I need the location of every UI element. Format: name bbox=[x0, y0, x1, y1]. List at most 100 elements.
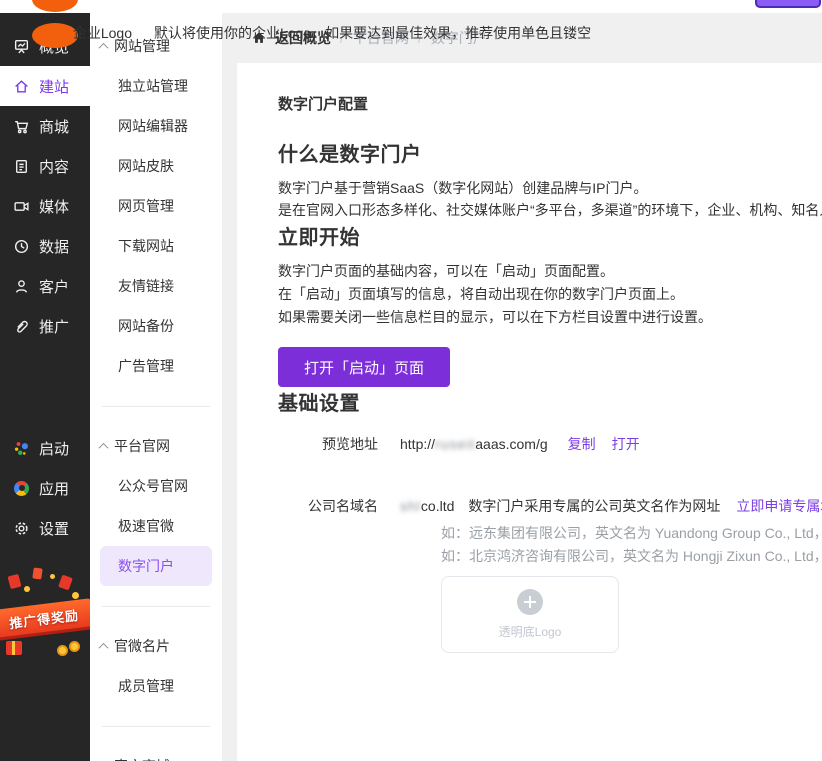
sidebar-item-label: 内容 bbox=[39, 156, 69, 177]
url-prefix: http:// bbox=[400, 434, 435, 454]
submenu-group-official-mall[interactable]: 官方商城 bbox=[90, 746, 222, 761]
submenu-item-digital-portal[interactable]: 数字门户 bbox=[100, 546, 212, 586]
submenu-item[interactable]: 独立站管理 bbox=[90, 66, 222, 106]
mall-icon bbox=[13, 118, 30, 135]
coin-icon bbox=[57, 645, 68, 656]
build-site-icon bbox=[13, 78, 30, 95]
sidebar-item-label: 客户 bbox=[39, 276, 69, 297]
sidebar-item-customer[interactable]: 客户 bbox=[0, 266, 90, 306]
submenu-item[interactable]: 网站皮肤 bbox=[90, 146, 222, 186]
coin-icon bbox=[69, 641, 80, 652]
upload-placeholder-text: 透明底Logo bbox=[499, 623, 562, 640]
sidebar-item-promotion[interactable]: 推广 bbox=[0, 306, 90, 346]
secondary-sidebar: 网站管理 独立站管理 网站编辑器 网站皮肤 网页管理 下载网站 友情链接 网站备… bbox=[90, 13, 222, 761]
sidebar-item-launch[interactable]: 启动 bbox=[0, 428, 90, 468]
content-icon bbox=[13, 158, 30, 175]
submenu-group-platform-site[interactable]: 平台官网 bbox=[90, 426, 222, 466]
red-packet-icon bbox=[32, 567, 42, 579]
overview-icon bbox=[13, 38, 30, 55]
section-title-what-is: 什么是数字门户 bbox=[278, 138, 822, 167]
url-suffix: aaas.com/g bbox=[475, 434, 547, 454]
submenu-item[interactable]: 网页管理 bbox=[90, 186, 222, 226]
submenu-group-label: 官微名片 bbox=[114, 636, 170, 656]
sidebar-item-data[interactable]: 数据 bbox=[0, 226, 90, 266]
sidebar-item-label: 推广 bbox=[39, 316, 69, 337]
copy-link[interactable]: 复制 bbox=[568, 434, 596, 454]
red-packet-icon bbox=[58, 575, 73, 591]
submenu-item[interactable]: 广告管理 bbox=[90, 346, 222, 386]
what-is-line2: 是在官网入口形态多样化、社交媒体账户“多平台，多渠道”的环境下，企业、机构、知名… bbox=[278, 199, 822, 221]
content-card: 数字门户配置 什么是数字门户 数字门户基于营销SaaS（数字化网站）创建品牌与I… bbox=[237, 63, 822, 761]
url-masked-segment: ruseit bbox=[435, 434, 475, 454]
sidebar-item-media[interactable]: 媒体 bbox=[0, 186, 90, 226]
open-link[interactable]: 打开 bbox=[612, 434, 640, 454]
sidebar-item-label: 应用 bbox=[39, 478, 69, 499]
submenu-item[interactable]: 友情链接 bbox=[90, 266, 222, 306]
sidebar-item-label: 媒体 bbox=[39, 196, 69, 217]
sidebar-item-label: 设置 bbox=[39, 518, 69, 539]
gift-icon bbox=[6, 641, 22, 655]
app-window: 概览 建站 商城 内容 bbox=[0, 0, 822, 761]
company-domain-label: 公司名域名 bbox=[278, 496, 378, 516]
sidebar-item-label: 启动 bbox=[39, 438, 69, 459]
coin-dot-icon bbox=[72, 592, 79, 599]
data-icon bbox=[13, 238, 30, 255]
submenu-item[interactable]: 极速官微 bbox=[90, 506, 222, 546]
preview-url-label: 预览地址 bbox=[278, 434, 378, 454]
start-line3: 如果需要关闭一些信息栏目的显示，可以在下方栏目设置中进行设置。 bbox=[278, 306, 822, 329]
sidebar-item-label: 数据 bbox=[39, 236, 69, 257]
top-header bbox=[0, 0, 822, 13]
settings-gear-icon bbox=[13, 520, 30, 537]
promo-ribbon: 推广得奖励 bbox=[0, 598, 90, 638]
divider bbox=[102, 606, 210, 607]
start-line1: 数字门户页面的基础内容，可以在「启动」页面配置。 bbox=[278, 260, 822, 283]
coin-dot-icon bbox=[50, 574, 55, 579]
chevron-up-icon bbox=[99, 42, 109, 52]
submenu-group-weixin-card[interactable]: 官微名片 bbox=[90, 626, 222, 666]
submenu-group-label: 平台官网 bbox=[114, 436, 170, 456]
primary-sidebar: 概览 建站 商城 内容 bbox=[0, 13, 90, 761]
what-is-line1: 数字门户基于营销SaaS（数字化网站）创建品牌与IP门户。 bbox=[278, 177, 822, 199]
brand-logo bbox=[32, 0, 78, 12]
launch-dots-icon bbox=[13, 440, 30, 457]
promo-banner[interactable]: 推广得奖励 bbox=[0, 566, 90, 658]
domain-example-2: 如：北京鸿济咨询有限公司，英文名为 Hongji Zixun Co., Ltd，… bbox=[441, 545, 822, 568]
sidebar-item-apps[interactable]: 应用 bbox=[0, 468, 90, 508]
sidebar-item-label: 建站 bbox=[39, 76, 69, 97]
logo-upload-box[interactable]: 透明底Logo bbox=[441, 576, 619, 653]
preview-url-value: http://ruseitaaas.com/g 复制 打开 bbox=[400, 434, 640, 454]
chevron-up-icon bbox=[99, 642, 109, 652]
submenu-item[interactable]: 成员管理 bbox=[90, 666, 222, 706]
domain-example-1: 如：远东集团有限公司，英文名为 Yuandong Group Co., Ltd，… bbox=[441, 522, 822, 545]
plus-icon bbox=[517, 589, 543, 615]
page-title: 数字门户配置 bbox=[278, 93, 822, 114]
preview-url-row: 预览地址 http://ruseitaaas.com/g 复制 打开 bbox=[278, 434, 822, 454]
coin-dot-icon bbox=[24, 586, 30, 592]
submenu-item[interactable]: 下载网站 bbox=[90, 226, 222, 266]
submenu-item[interactable]: 网站备份 bbox=[90, 306, 222, 346]
submenu-item[interactable]: 公众号官网 bbox=[90, 466, 222, 506]
start-line2: 在「启动」页面填写的信息，将自动出现在你的数字门户页面上。 bbox=[278, 283, 822, 306]
main-area: 返回概览 / 平台官网 / 数字门户 数字门户配置 什么是数字门户 数字门户基于… bbox=[222, 13, 822, 761]
divider bbox=[102, 726, 210, 727]
sidebar-item-build-site[interactable]: 建站 bbox=[0, 66, 90, 106]
submenu-item[interactable]: 网站编辑器 bbox=[90, 106, 222, 146]
domain-examples: 如：远东集团有限公司，英文名为 Yuandong Group Co., Ltd，… bbox=[441, 522, 822, 568]
sidebar-item-settings[interactable]: 设置 bbox=[0, 508, 90, 548]
sidebar-item-mall[interactable]: 商城 bbox=[0, 106, 90, 146]
red-packet-icon bbox=[8, 574, 22, 589]
submenu-group-label: 官方商城 bbox=[114, 756, 170, 761]
company-domain-value: shlco.ltd 数字门户采用专属的公司英文名作为网址 立即申请专属域名 bbox=[400, 496, 822, 516]
promotion-paperclip-icon bbox=[13, 318, 30, 335]
sidebar-spacer bbox=[0, 346, 90, 428]
topbar-action-button[interactable] bbox=[755, 0, 821, 8]
section-title-basic-settings: 基础设置 bbox=[278, 387, 822, 416]
apply-domain-link[interactable]: 立即申请专属域名 bbox=[736, 496, 822, 516]
apps-pinwheel-icon bbox=[13, 480, 30, 497]
promo-text: 推广得奖励 bbox=[8, 604, 80, 631]
open-launch-page-button[interactable]: 打开「启动」页面 bbox=[278, 347, 450, 387]
sidebar-item-label: 商城 bbox=[39, 116, 69, 137]
domain-masked-segment: shl bbox=[400, 496, 421, 516]
media-icon bbox=[13, 198, 30, 215]
sidebar-item-content[interactable]: 内容 bbox=[0, 146, 90, 186]
